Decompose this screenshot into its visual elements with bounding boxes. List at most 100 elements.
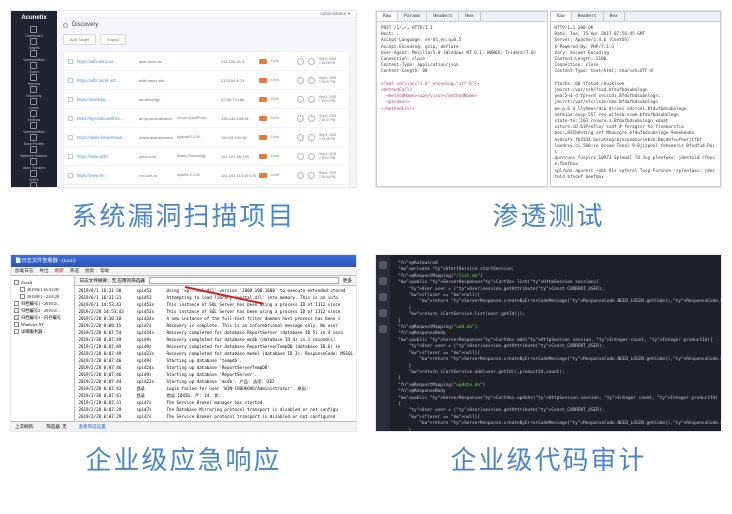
sidebar-item[interactable]: Targets (21, 38, 48, 50)
checkbox-icon[interactable] (14, 280, 19, 285)
filter-settings-link[interactable]: 查看筛选设置 (79, 424, 106, 430)
help-button[interactable]: 帮助 (100, 268, 109, 274)
report-icon[interactable] (308, 172, 315, 179)
checkbox-icon[interactable] (14, 301, 19, 306)
log-row[interactable]: 2019/6/1 14:53:43spid53sThis instance of… (78, 301, 353, 308)
checkbox-icon[interactable] (14, 308, 19, 313)
sidebar-item[interactable]: Scan Profiles (21, 134, 48, 146)
tab-headers[interactable]: Headers (572, 12, 604, 21)
report-icon[interactable] (308, 77, 315, 84)
filter-input[interactable] (149, 277, 339, 284)
scan-icon[interactable] (297, 115, 304, 122)
checkbox[interactable] (68, 173, 73, 178)
log-row[interactable]: 2019/2/28 0:07:29spid7sThe Service Broke… (78, 413, 353, 420)
table-row[interactable]: https://amortipp…art.amortipp47.56.73.18… (64, 90, 349, 109)
more-label[interactable]: 更多 (343, 278, 352, 284)
tree-node[interactable]: 归档编号1 - 2019/2/... (14, 300, 71, 307)
checkbox-icon[interactable] (14, 329, 19, 334)
report-icon[interactable] (308, 58, 315, 65)
scan-icon[interactable] (297, 172, 304, 179)
checkbox[interactable] (68, 97, 73, 102)
files-icon[interactable] (379, 261, 387, 269)
scan-icon[interactable] (297, 77, 304, 84)
tab-headers[interactable]: Headers (427, 12, 459, 21)
load-log-button[interactable]: 加载日志 (15, 268, 33, 274)
log-row[interactable]: 2019/6/1 16:31:21spid53Attempting to loa… (78, 294, 353, 301)
table-row[interactable]: https://www.rmrm.com.roApache 2.4.39151.… (64, 166, 349, 185)
table-row[interactable]: https://adfs.aone.azadfs.aone.az211.134.… (64, 52, 349, 71)
search-button[interactable]: 搜索 (85, 268, 94, 274)
checkbox-icon[interactable] (20, 287, 25, 292)
acx-admin[interactable]: Administrator ▾ (320, 11, 350, 17)
log-row[interactable]: 2019/2/28 0:07:49spid9sRecovery complete… (78, 343, 353, 350)
report-icon[interactable] (308, 134, 315, 141)
table-row[interactable]: https://www.azfctazfct.comBrainy Technol… (64, 147, 349, 166)
sidebar-item[interactable]: Discovery (21, 86, 48, 98)
sidebar-item[interactable]: Scans (21, 62, 48, 74)
tree-node[interactable]: 2019/8/1 - 2:03:20 (14, 293, 71, 300)
sidebar-item[interactable]: Reports (21, 74, 48, 86)
log-row[interactable]: 2019/2/28 0:07:46spid9sStarting up datab… (78, 371, 353, 378)
report-icon[interactable] (308, 115, 315, 122)
checkbox[interactable] (68, 78, 73, 83)
tree-node[interactable]: Windows NT (14, 321, 71, 328)
log-grid[interactable]: 2019/6/1 16:31:30spid53Using 'xp...xsl.d… (75, 286, 356, 421)
report-icon[interactable] (308, 153, 315, 160)
code-editor[interactable]: "fn">@Autowired"kw">private "ty">StartSe… (390, 255, 721, 431)
log-tree[interactable]: (local)2019/6/1 16:31:002019/8/1 - 2:03:… (11, 276, 75, 421)
sidebar-item[interactable]: Users (21, 98, 48, 110)
checkbox-icon[interactable] (14, 315, 19, 320)
tree-node[interactable]: 归档编号3 - 内存编号 (14, 314, 71, 321)
git-icon[interactable] (379, 293, 387, 301)
checkbox-icon[interactable] (20, 294, 25, 299)
tab-hex[interactable]: Hex (459, 12, 480, 21)
filter-button[interactable]: 筛选 (70, 268, 79, 274)
sidebar-item[interactable]: Vulnerabilities (21, 122, 48, 134)
log-row[interactable]: 2019/2/28 0:07:49spid9sRecovery complete… (78, 336, 353, 343)
checkbox-icon[interactable] (14, 322, 19, 327)
table-row[interactable]: https://bynordicaesthet…at.bynordicaesth… (64, 109, 349, 128)
log-row[interactable]: 2019/2/28 0:07:44spid23sStarting up data… (78, 378, 353, 385)
table-row[interactable]: https://adfs.tamiz.adl…adfs.tamiz.adl…21… (64, 71, 349, 90)
response-body[interactable]: HTTP/1.1 200 OK Date: Tue, 15 Apr 2017 0… (551, 22, 721, 186)
log-row[interactable]: 2019/2/28 14:53:43spid53sThis instance o… (78, 308, 353, 315)
log-row[interactable]: 2019/2/28 0:07:43登录Login failed for user… (78, 385, 353, 392)
sidebar-item[interactable]: Issue Trackers (21, 158, 48, 170)
log-row[interactable]: 2019/2/28 0:07:46spid24sStarting up data… (78, 364, 353, 371)
tab-params[interactable]: Params (398, 12, 427, 21)
sidebar-item[interactable]: WAFs (21, 170, 48, 182)
search-icon[interactable] (379, 277, 387, 285)
tree-node[interactable]: 2019/6/1 16:31:00 (14, 286, 71, 293)
log-row[interactable]: 2019/2/28 0:07:41登录错误 18456. 严: 14. 状: (78, 392, 353, 399)
log-row[interactable]: 2019/2/28 0:07:46spid9sStarting up datab… (78, 357, 353, 364)
tab-raw[interactable]: Raw (551, 12, 572, 21)
request-body[interactable]: POST /1/…/… HTTP/1.1 Host: … Accept-Lang… (377, 22, 547, 186)
sidebar-item[interactable]: Vulnerabilities (21, 50, 48, 62)
log-row[interactable]: 2019/2/28 0:10:18spid24sA new instance o… (78, 315, 353, 322)
log-row[interactable]: 2019/2/28 0:07:29spid7sThe Database Mirr… (78, 406, 353, 413)
sidebar-item[interactable]: Email Settings (21, 182, 48, 188)
checkbox[interactable] (68, 59, 73, 64)
tab-raw[interactable]: Raw (377, 12, 398, 21)
log-row[interactable]: 2019/2/28 0:07:31spid7sThe Service Broke… (78, 399, 353, 406)
ext-icon[interactable] (379, 325, 387, 333)
tab-hex[interactable]: Hex (604, 12, 625, 21)
log-row[interactable]: 2019/2/28 0:07:49spid23sRecovery complet… (78, 350, 353, 357)
sidebar-item[interactable]: Network Scanner (21, 146, 48, 158)
log-row[interactable]: 2019/2/28 0:08:15spid7sRecovery is compl… (78, 322, 353, 329)
export-button[interactable]: Export (100, 34, 126, 45)
debug-icon[interactable] (379, 309, 387, 317)
table-row[interactable]: https://aksheloraelmand…marin.akshelorae… (64, 128, 349, 147)
refresh-button[interactable]: 刷新 (55, 268, 64, 274)
sidebar-item[interactable]: Dashboard (21, 26, 48, 38)
table-row[interactable]: https://www.am.su.cyam.su.cySucuri Cloud… (64, 185, 349, 188)
checkbox[interactable] (68, 135, 73, 140)
tree-node[interactable]: (local) (14, 279, 71, 286)
tree-node[interactable]: 详细服务器… (14, 328, 71, 335)
export-button[interactable]: 导出 (39, 268, 48, 274)
scan-icon[interactable] (297, 96, 304, 103)
log-row[interactable]: 2019/2/28 0:07:54spid24sRecovery complet… (78, 329, 353, 336)
scan-icon[interactable] (297, 58, 304, 65)
report-icon[interactable] (308, 96, 315, 103)
scan-icon[interactable] (297, 134, 304, 141)
